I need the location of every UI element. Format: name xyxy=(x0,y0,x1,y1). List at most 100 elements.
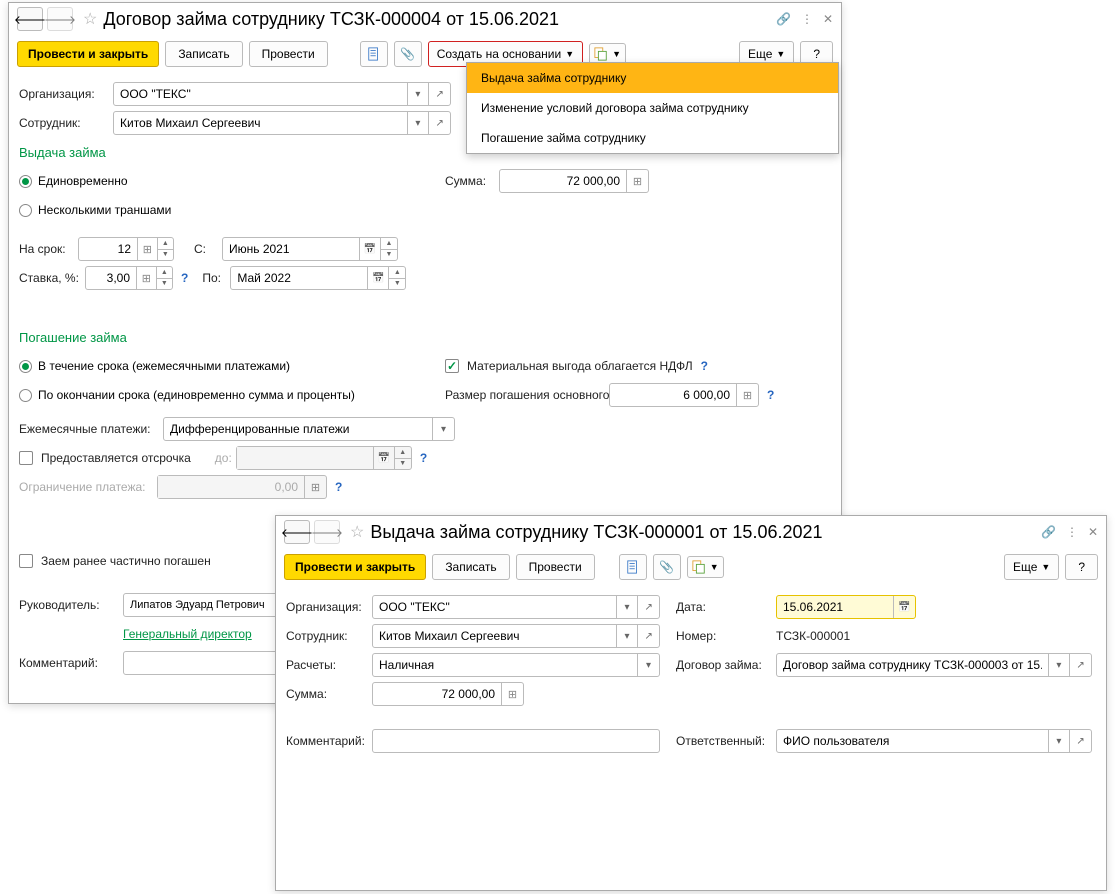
matben-checkbox[interactable] xyxy=(445,359,459,373)
nav-forward-button[interactable]: 🡒 xyxy=(314,520,340,544)
post-button[interactable]: Провести xyxy=(516,554,595,580)
head-input[interactable] xyxy=(124,594,280,616)
object-flow-button[interactable]: ▼ xyxy=(687,556,724,578)
radio-tranches[interactable]: Несколькими траншами xyxy=(19,203,171,217)
rate-input[interactable] xyxy=(86,267,136,289)
help-icon[interactable]: ? xyxy=(181,271,188,285)
emp-input[interactable] xyxy=(114,112,407,134)
sum-input[interactable] xyxy=(500,170,626,192)
org-input[interactable] xyxy=(373,596,616,618)
date-input[interactable] xyxy=(777,596,893,618)
spinner[interactable]: ▲▼ xyxy=(157,238,173,260)
more-icon[interactable]: ⋮ xyxy=(1066,525,1078,539)
document-icon[interactable] xyxy=(360,41,388,67)
dropdown-icon[interactable]: ▾ xyxy=(432,418,454,440)
defer-checkbox[interactable] xyxy=(19,451,33,465)
post-button[interactable]: Провести xyxy=(249,41,328,67)
more-button[interactable]: Еще ▼ xyxy=(1004,554,1059,580)
comment-input[interactable] xyxy=(124,652,280,674)
open-icon[interactable]: ↗ xyxy=(428,112,450,134)
sum-field[interactable]: ⊞ xyxy=(499,169,649,193)
org-field[interactable]: ▾ ↗ xyxy=(113,82,451,106)
calculator-icon[interactable]: ⊞ xyxy=(137,238,157,260)
to-input[interactable] xyxy=(231,267,367,289)
head-field[interactable] xyxy=(123,593,283,617)
spinner[interactable]: ▲▼ xyxy=(156,267,172,289)
monthly-field[interactable]: ▾ xyxy=(163,417,455,441)
calculator-icon[interactable]: ⊞ xyxy=(501,683,523,705)
calendar-icon[interactable] xyxy=(359,238,380,260)
contract-field[interactable]: ▾ ↗ xyxy=(776,653,1092,677)
spinner[interactable]: ▲▼ xyxy=(380,238,397,260)
comment-field[interactable] xyxy=(372,729,660,753)
attach-icon[interactable]: 📎 xyxy=(653,554,681,580)
comment-input[interactable] xyxy=(373,730,657,752)
save-button[interactable]: Записать xyxy=(165,41,242,67)
calc-field[interactable]: ▾ xyxy=(372,653,660,677)
term-field[interactable]: ⊞ ▲▼ xyxy=(78,237,174,261)
post-close-button[interactable]: Провести и закрыть xyxy=(284,554,426,580)
nav-forward-button[interactable]: 🡒 xyxy=(47,7,73,31)
save-button[interactable]: Записать xyxy=(432,554,509,580)
menu-item-change-terms[interactable]: Изменение условий договора займа сотрудн… xyxy=(467,93,838,123)
resp-input[interactable] xyxy=(777,730,1048,752)
calendar-icon[interactable] xyxy=(893,596,915,618)
repay-size-field[interactable]: ⊞ xyxy=(609,383,759,407)
nav-back-button[interactable]: 🡐 xyxy=(17,7,43,31)
org-field[interactable]: ▾ ↗ xyxy=(372,595,660,619)
favorite-icon[interactable]: ☆ xyxy=(350,522,364,542)
close-icon[interactable]: ✕ xyxy=(1088,525,1098,539)
from-input[interactable] xyxy=(223,238,359,260)
open-icon[interactable]: ↗ xyxy=(428,83,450,105)
rate-field[interactable]: ⊞ ▲▼ xyxy=(85,266,173,290)
favorite-icon[interactable]: ☆ xyxy=(83,9,97,29)
dropdown-icon[interactable]: ▾ xyxy=(407,112,429,134)
close-icon[interactable]: ✕ xyxy=(823,12,833,26)
term-input[interactable] xyxy=(79,238,137,260)
more-icon[interactable]: ⋮ xyxy=(801,12,813,26)
link-icon[interactable]: 🔗 xyxy=(776,12,791,26)
calc-input[interactable] xyxy=(373,654,637,676)
emp-field[interactable]: ▾ ↗ xyxy=(372,624,660,648)
dropdown-icon[interactable]: ▾ xyxy=(637,654,659,676)
open-icon[interactable]: ↗ xyxy=(1069,654,1091,676)
calendar-icon[interactable] xyxy=(367,267,388,289)
repay-size-input[interactable] xyxy=(610,384,736,406)
resp-field[interactable]: ▾ ↗ xyxy=(776,729,1092,753)
open-icon[interactable]: ↗ xyxy=(1069,730,1091,752)
help-icon[interactable]: ? xyxy=(767,388,774,402)
nav-back-button[interactable]: 🡐 xyxy=(284,520,310,544)
monthly-input[interactable] xyxy=(164,418,432,440)
radio-end[interactable]: По окончании срока (единовременно сумма … xyxy=(19,388,355,402)
to-field[interactable]: ▲▼ xyxy=(230,266,406,290)
dropdown-icon[interactable]: ▾ xyxy=(1048,654,1070,676)
calculator-icon[interactable]: ⊞ xyxy=(626,170,648,192)
help-icon[interactable]: ? xyxy=(701,359,708,373)
emp-input[interactable] xyxy=(373,625,616,647)
open-icon[interactable]: ↗ xyxy=(637,625,659,647)
org-input[interactable] xyxy=(114,83,407,105)
emp-field[interactable]: ▾ ↗ xyxy=(113,111,451,135)
head-position-link[interactable]: Генеральный директор xyxy=(123,627,252,641)
calculator-icon[interactable]: ⊞ xyxy=(736,384,758,406)
link-icon[interactable]: 🔗 xyxy=(1041,525,1056,539)
menu-item-repay-loan[interactable]: Погашение займа сотруднику xyxy=(467,123,838,153)
calculator-icon[interactable]: ⊞ xyxy=(136,267,156,289)
help-icon[interactable]: ? xyxy=(335,480,342,494)
post-close-button[interactable]: Провести и закрыть xyxy=(17,41,159,67)
from-field[interactable]: ▲▼ xyxy=(222,237,398,261)
help-icon[interactable]: ? xyxy=(420,451,427,465)
sum-field[interactable]: ⊞ xyxy=(372,682,524,706)
dropdown-icon[interactable]: ▾ xyxy=(616,625,638,647)
radio-during[interactable]: В течение срока (ежемесячными платежами) xyxy=(19,359,290,373)
sum-input[interactable] xyxy=(373,683,501,705)
attach-icon[interactable]: 📎 xyxy=(394,41,422,67)
open-icon[interactable]: ↗ xyxy=(637,596,659,618)
menu-item-issue-loan[interactable]: Выдача займа сотруднику xyxy=(467,63,838,93)
contract-input[interactable] xyxy=(777,654,1048,676)
spinner[interactable]: ▲▼ xyxy=(388,267,405,289)
radio-once[interactable]: Единовременно xyxy=(19,174,128,188)
date-field[interactable] xyxy=(776,595,916,619)
prev-paid-checkbox[interactable] xyxy=(19,554,33,568)
comment-field[interactable] xyxy=(123,651,283,675)
